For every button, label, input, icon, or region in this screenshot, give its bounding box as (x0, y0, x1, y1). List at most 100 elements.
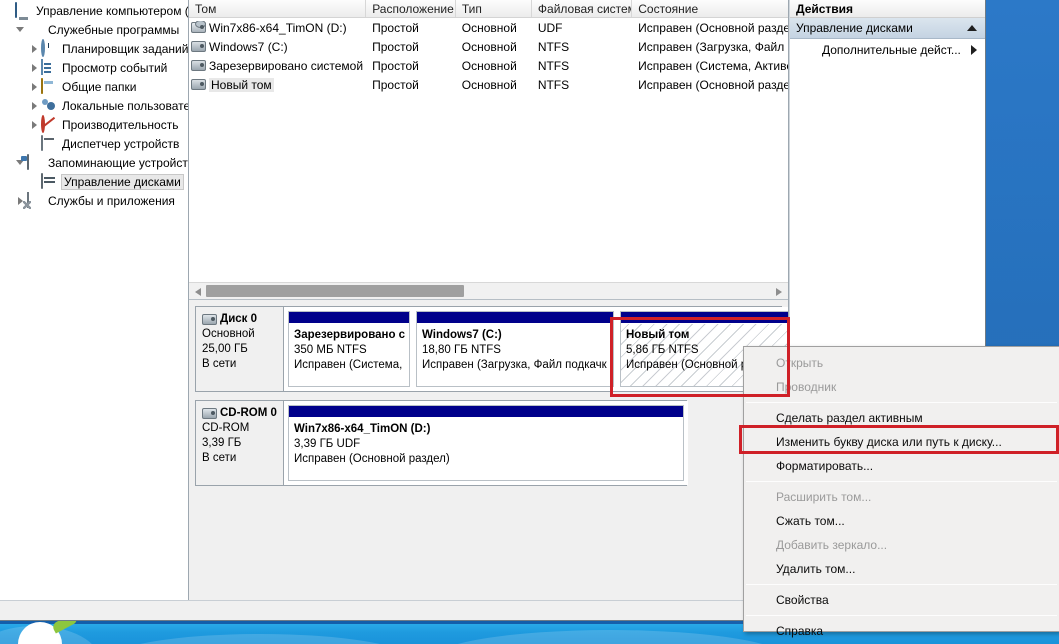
expander-icon[interactable] (28, 58, 41, 77)
column-header-volume[interactable]: Том (189, 0, 367, 17)
cd-drive-icon (191, 20, 206, 33)
caret-right-icon[interactable] (971, 45, 977, 55)
partition-status: Исправен (Загрузка, Файл подкачк (422, 359, 607, 371)
disk-row-0[interactable]: Диск 0 Основной 25,00 ГБ В сети Зарезерв… (195, 306, 788, 392)
menu-item-open: Открыть (776, 356, 824, 370)
tree-item-label: Диспетчер устройств (62, 136, 180, 151)
column-header-status[interactable]: Состояние (632, 0, 788, 17)
tree-item-system-tools[interactable]: Служебные программы (0, 20, 188, 39)
event-log-icon (41, 58, 59, 76)
partition-windows7-c[interactable]: Windows7 (C:) 18,80 ГБ NTFS Исправен (За… (416, 311, 614, 387)
partition-size-fs: 350 МБ NTFS (294, 344, 367, 356)
volume-filesystem: NTFS (537, 39, 570, 54)
menu-item-mark-partition-active[interactable]: Сделать раздел активным (744, 406, 1059, 430)
tree-item-event-viewer[interactable]: Просмотр событий (0, 58, 188, 77)
volume-list-header[interactable]: Том Расположение Тип Файловая система Со… (189, 0, 788, 18)
disk-info-1[interactable]: CD-ROM 0 CD-ROM 3,39 ГБ В сети (196, 401, 284, 485)
tree-item-device-manager[interactable]: Диспетчер устройств (0, 134, 188, 153)
menu-item-format[interactable]: Форматировать... (744, 454, 1059, 478)
partition-cdrom-d[interactable]: Win7x86-x64_TimON (D:) 3,39 ГБ UDF Испра… (288, 405, 684, 481)
expander-icon[interactable] (28, 39, 41, 58)
disk-state: В сети (202, 358, 237, 370)
menu-item-delete-volume[interactable]: Удалить том... (744, 557, 1059, 581)
volume-list-horizontal-scrollbar[interactable] (189, 282, 788, 299)
tree-item-label: Управление компьютером (ло (36, 3, 188, 18)
scroll-left-arrow[interactable] (189, 282, 206, 299)
expander-icon[interactable] (14, 20, 27, 39)
partition-size-fs: 3,39 ГБ UDF (294, 438, 361, 450)
expander-icon[interactable] (28, 115, 41, 134)
console-tree-pane[interactable]: Управление компьютером (ло Служебные про… (0, 0, 189, 620)
tree-item-label: Управление дисками (61, 173, 184, 190)
performance-icon (41, 114, 59, 133)
scroll-track[interactable] (206, 283, 771, 300)
tree-item-root[interactable]: Управление компьютером (ло (0, 1, 188, 20)
console-tree[interactable]: Управление компьютером (ло Служебные про… (0, 0, 188, 601)
services-icon (27, 191, 45, 209)
cdrom-icon (202, 408, 217, 419)
disk-title: Диск 0 (220, 313, 258, 325)
tree-item-shared-folders[interactable]: Общие папки (0, 77, 188, 96)
storage-icon (27, 153, 45, 171)
partition-name: Windows7 (C:) (422, 329, 502, 341)
menu-item-explorer: Проводник (776, 380, 837, 394)
volume-list-rows[interactable]: Win7x86-x64_TimON (D:) Простой Основной … (189, 18, 788, 282)
volume-filesystem: UDF (537, 20, 563, 35)
partition-color-bar (289, 312, 409, 324)
expander-icon[interactable] (28, 77, 41, 96)
expander-icon[interactable] (28, 96, 41, 115)
volume-status: Исправен (Основной раздел (638, 77, 788, 92)
tree-item-local-users[interactable]: Локальные пользовате. (0, 96, 188, 115)
disk-state: В сети (202, 452, 237, 464)
volume-type: Основной (461, 77, 517, 92)
volume-type: Основной (461, 20, 517, 35)
caret-up-icon[interactable] (967, 25, 977, 31)
volume-type: Основной (461, 39, 517, 54)
volume-name: Зарезервировано системой (209, 58, 364, 73)
disk-volume-icon (191, 60, 206, 71)
tree-item-label: Запоминающие устройства (48, 155, 188, 170)
volume-status: Исправен (Загрузка, Файл по (638, 39, 788, 54)
menu-item-shrink-volume[interactable]: Сжать том... (744, 509, 1059, 533)
tree-item-label: Просмотр событий (62, 60, 168, 75)
disk-partitions-0: Зарезервировано с 350 МБ NTFS Исправен (… (284, 307, 788, 391)
tree-item-task-scheduler[interactable]: Планировщик заданий (0, 38, 188, 58)
menu-item-help[interactable]: Справка (744, 619, 1059, 643)
expander-placeholder (28, 172, 41, 191)
tree-item-services-and-apps[interactable]: Службы и приложения (0, 191, 188, 210)
volume-layout: Простой (372, 77, 419, 92)
partition-size-fs: 18,80 ГБ NTFS (422, 344, 501, 356)
partition-system-reserved[interactable]: Зарезервировано с 350 МБ NTFS Исправен (… (288, 311, 410, 387)
table-row[interactable]: Зарезервировано системой Простой Основно… (189, 56, 788, 75)
action-more-actions[interactable]: Дополнительные дейст... (790, 39, 985, 61)
tree-item-performance[interactable]: Производительность (0, 114, 188, 134)
tree-item-storage[interactable]: Запоминающие устройства (0, 153, 188, 172)
menu-item-properties[interactable]: Свойства (744, 588, 1059, 612)
partition-context-menu[interactable]: Открыть Проводник Сделать раздел активны… (743, 346, 1059, 638)
scroll-thumb[interactable] (206, 284, 464, 297)
table-row[interactable]: Новый том Простой Основной NTFS Исправен… (189, 75, 788, 94)
table-row[interactable]: Windows7 (C:) Простой Основной NTFS Испр… (189, 37, 788, 56)
expander-icon[interactable] (2, 1, 15, 20)
tree-item-disk-management[interactable]: Управление дисками (0, 172, 188, 191)
menu-item-change-drive-letter[interactable]: Изменить букву диска или путь к диску... (744, 430, 1059, 454)
disk-graphical-view[interactable]: Диск 0 Основной 25,00 ГБ В сети Зарезерв… (189, 300, 788, 601)
tools-icon (27, 22, 45, 38)
volume-list[interactable]: Том Расположение Тип Файловая система Со… (189, 0, 788, 300)
volume-filesystem: NTFS (537, 77, 570, 92)
column-header-type[interactable]: Тип (455, 0, 532, 17)
scroll-right-arrow[interactable] (771, 282, 788, 299)
disk-management-pane: Том Расположение Тип Файловая система Со… (189, 0, 789, 620)
disk-info-0[interactable]: Диск 0 Основной 25,00 ГБ В сети (196, 307, 284, 391)
table-row[interactable]: Win7x86-x64_TimON (D:) Простой Основной … (189, 18, 788, 37)
menu-item-extend-volume: Расширить том... (776, 490, 872, 504)
partition-status: Исправен (Система, (294, 359, 403, 371)
actions-section-disk-management[interactable]: Управление дисками (790, 18, 985, 39)
disk-row-1[interactable]: CD-ROM 0 CD-ROM 3,39 ГБ В сети Win7x86-x… (195, 400, 688, 486)
disk-type: CD-ROM (202, 422, 250, 434)
disk-management-icon (41, 172, 59, 190)
column-header-filesystem[interactable]: Файловая система (531, 0, 633, 17)
column-header-layout[interactable]: Расположение (366, 0, 456, 17)
action-label: Дополнительные дейст... (822, 43, 961, 57)
volume-name: Windows7 (C:) (209, 39, 288, 54)
